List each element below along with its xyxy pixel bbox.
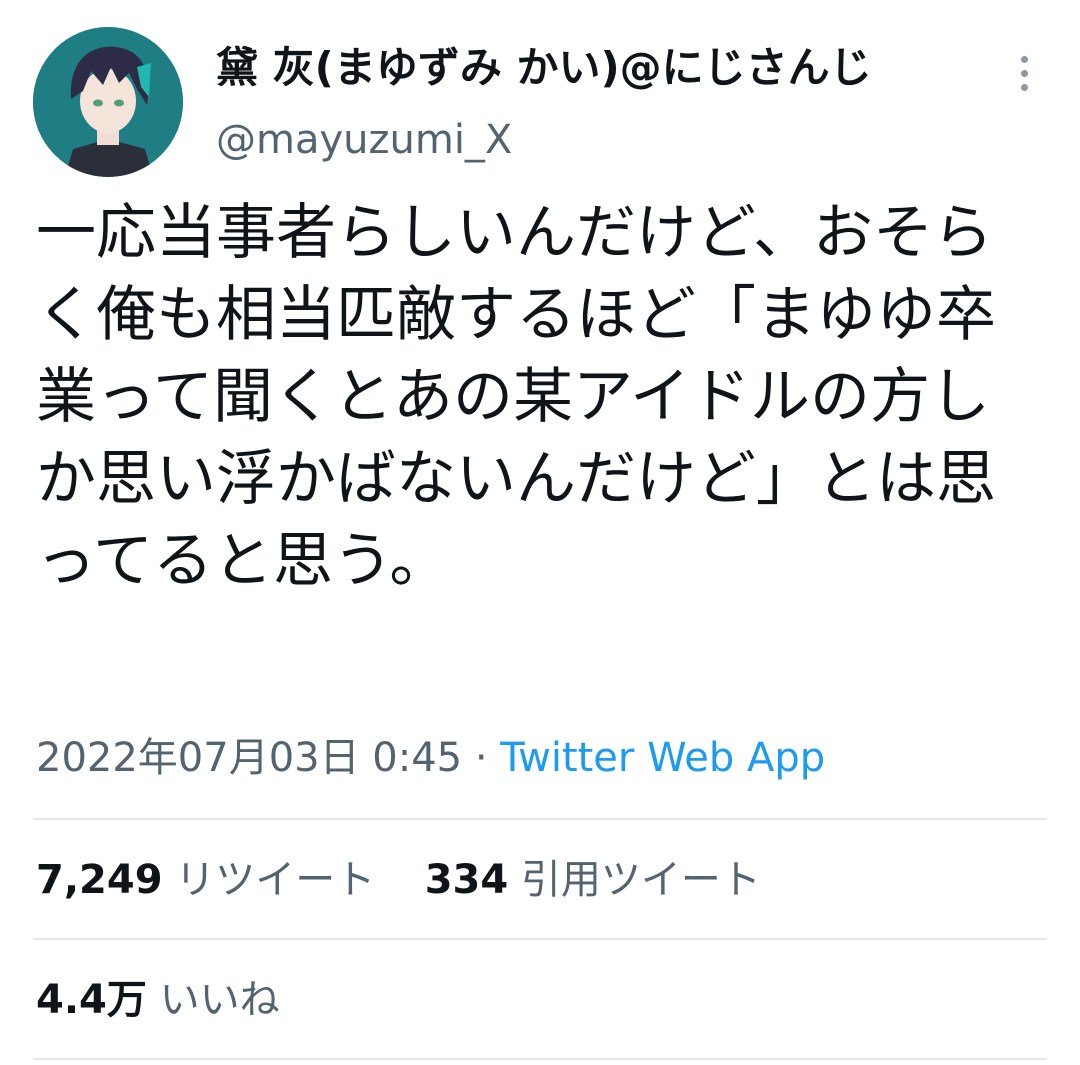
quote-count: 334 xyxy=(424,857,509,903)
meta-separator: · xyxy=(474,735,488,781)
divider xyxy=(33,818,1047,820)
divider xyxy=(33,938,1047,940)
likes-stat[interactable]: 4.4万 いいね xyxy=(36,972,280,1028)
source-link[interactable]: Twitter Web App xyxy=(500,735,825,781)
author-handle[interactable]: @mayuzumi_X xyxy=(216,114,512,166)
tweet-meta: 2022年07月03日 0:45 · Twitter Web App xyxy=(36,730,825,786)
more-vertical-icon[interactable] xyxy=(1010,52,1038,96)
retweet-label: リツイート xyxy=(175,857,376,903)
engagement-row: 7,249 リツイート 334 引用ツイート xyxy=(36,852,761,908)
author-display-name[interactable]: 黛 灰(まゆずみ かい)@にじさんじ xyxy=(216,40,872,96)
retweet-count: 7,249 xyxy=(36,857,163,903)
divider xyxy=(33,1058,1047,1060)
quote-label: 引用ツイート xyxy=(520,857,761,903)
like-count: 4.4万 xyxy=(36,977,147,1023)
avatar[interactable] xyxy=(33,27,183,177)
quotes-stat[interactable]: 334 引用ツイート xyxy=(425,852,761,908)
tweet-text: 一応当事者らしいんだけど、おそらく俺も相当匹敵するほど「まゆゆ卒業って聞くとあの… xyxy=(36,198,996,596)
retweets-stat[interactable]: 7,249 リツイート xyxy=(36,852,375,908)
like-label: いいね xyxy=(159,977,280,1023)
likes-row: 4.4万 いいね xyxy=(36,972,280,1028)
timestamp[interactable]: 2022年07月03日 0:45 xyxy=(36,735,462,781)
